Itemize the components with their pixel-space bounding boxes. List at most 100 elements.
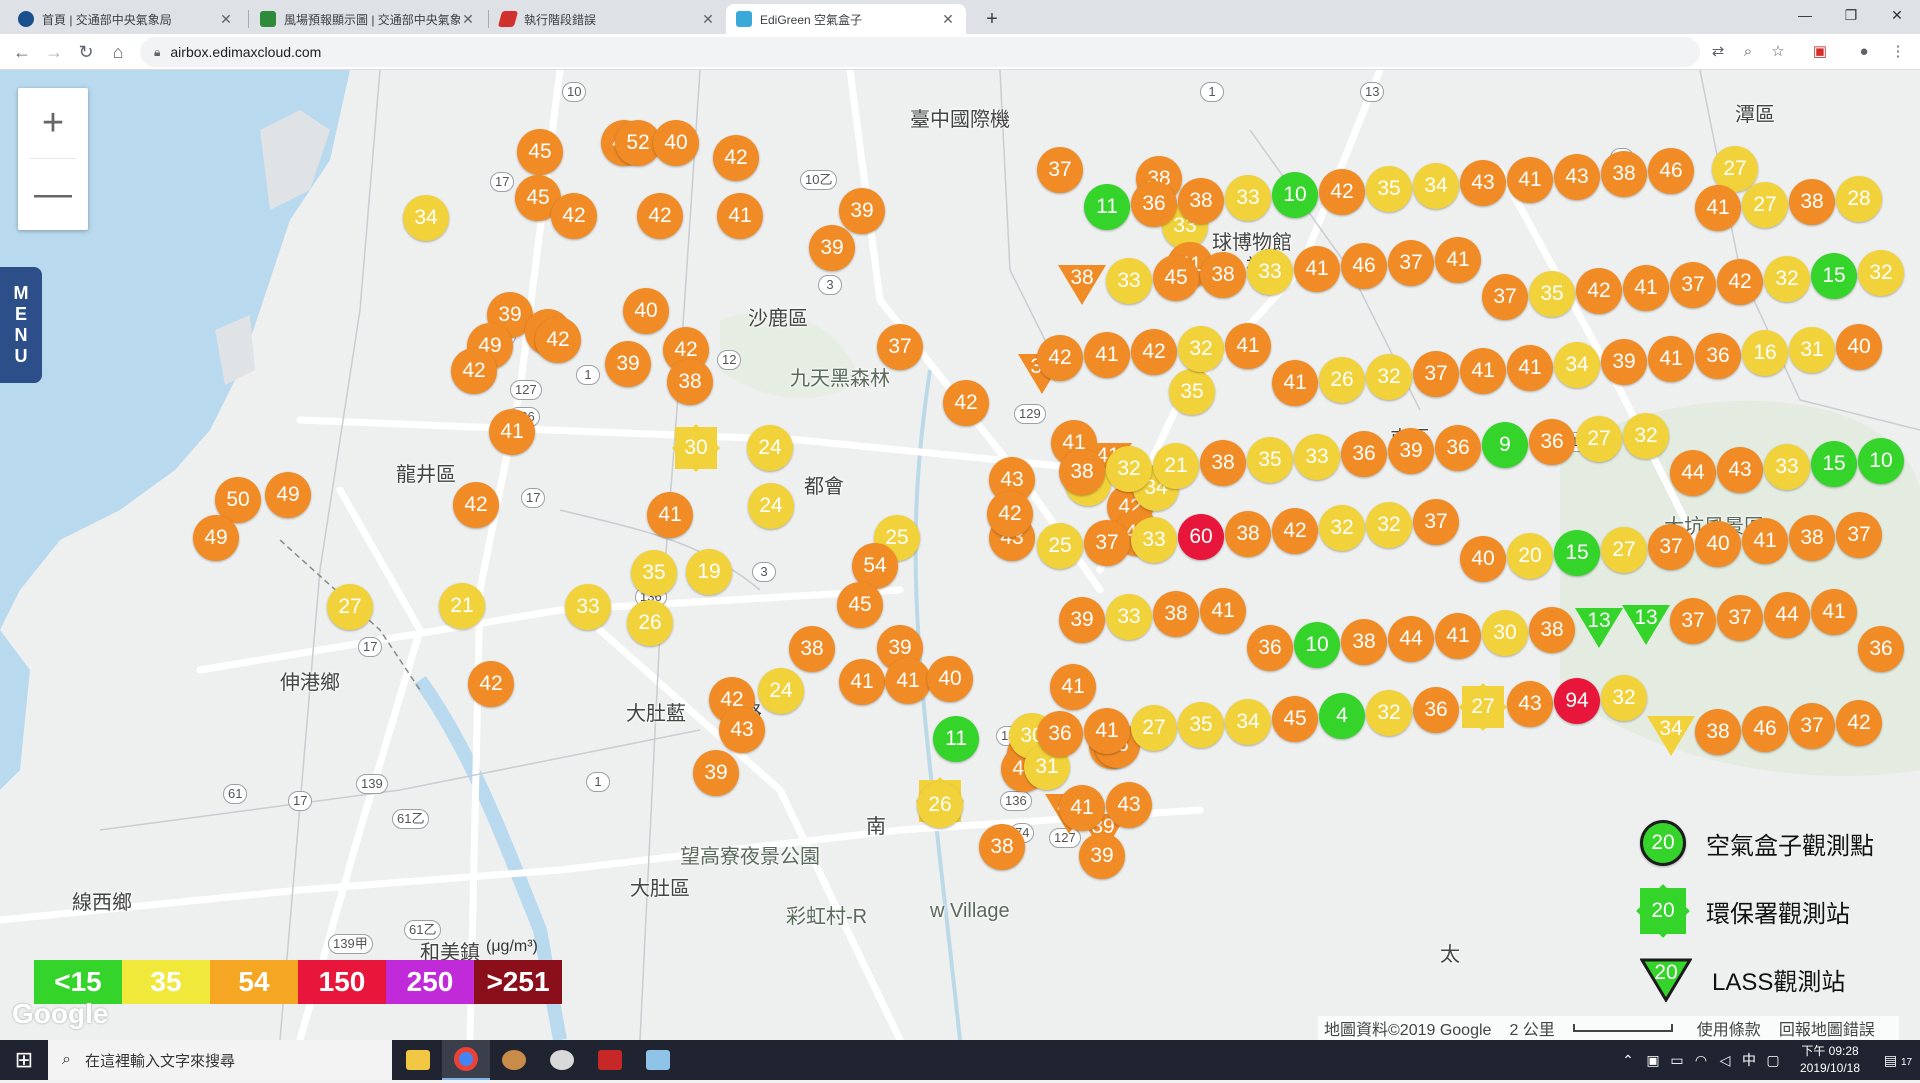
back-icon[interactable]: ←	[8, 38, 36, 66]
airbox-marker[interactable]: 38	[1059, 449, 1105, 495]
zoom-out-button[interactable]: —	[18, 159, 88, 230]
airbox-marker[interactable]: 32	[1366, 690, 1412, 736]
airbox-marker[interactable]: 34	[403, 195, 449, 241]
airbox-marker[interactable]: 42	[1037, 335, 1083, 381]
airbox-marker[interactable]: 37	[1789, 703, 1835, 749]
airbox-marker[interactable]: 40	[653, 120, 699, 166]
airbox-marker[interactable]: 44	[1388, 616, 1434, 662]
airbox-marker[interactable]: 16	[1742, 330, 1788, 376]
file-explorer-icon[interactable]	[394, 1040, 442, 1080]
notification-center-icon[interactable]: ▤ 17	[1878, 1040, 1918, 1080]
airbox-marker[interactable]: 41	[1435, 613, 1481, 659]
lass-station-marker[interactable]: 13	[1573, 604, 1625, 650]
airbox-marker[interactable]: 34	[1413, 163, 1459, 209]
airbox-marker[interactable]: 10	[1858, 438, 1904, 484]
airbox-marker[interactable]: 42	[713, 135, 759, 181]
airbox-marker[interactable]: 37	[1413, 499, 1459, 545]
airbox-marker[interactable]: 36	[1695, 333, 1741, 379]
airbox-marker[interactable]: 40	[1836, 324, 1882, 370]
system-clock[interactable]: 下午 09:28 2019/10/18	[1788, 1043, 1872, 1077]
airbox-marker[interactable]: 35	[1366, 166, 1412, 212]
tray-app-icon[interactable]: ▣	[1642, 1040, 1664, 1080]
airbox-marker[interactable]: 46	[1341, 243, 1387, 289]
airbox-marker[interactable]: 37	[877, 324, 923, 370]
airbox-marker[interactable]: 36	[1435, 425, 1481, 471]
airbox-marker[interactable]: 31	[1789, 327, 1835, 373]
airbox-marker[interactable]: 27	[1601, 527, 1647, 573]
airbox-marker[interactable]: 42	[1319, 169, 1365, 215]
airbox-marker[interactable]: 39	[809, 225, 855, 271]
airbox-marker[interactable]: 41	[1507, 345, 1553, 391]
ime-indicator[interactable]: 中	[1738, 1040, 1760, 1080]
airbox-marker[interactable]: 36	[1529, 419, 1575, 465]
airbox-marker[interactable]: 36	[1413, 687, 1459, 733]
airbox-marker[interactable]: 33	[1131, 517, 1177, 563]
airbox-marker[interactable]: 33	[1764, 444, 1810, 490]
airbox-marker[interactable]: 33	[1294, 434, 1340, 480]
airbox-marker[interactable]: 19	[686, 549, 732, 595]
airbox-marker[interactable]: 43	[1106, 782, 1152, 828]
airbox-marker[interactable]: 41	[717, 193, 763, 239]
airbox-marker[interactable]: 46	[1648, 148, 1694, 194]
airbox-marker[interactable]: 34	[1225, 699, 1271, 745]
address-bar[interactable]: 🔒︎ airbox.edimaxcloud.com	[140, 37, 1700, 67]
lass-station-marker[interactable]: 38	[1056, 261, 1108, 307]
app-icon[interactable]	[490, 1040, 538, 1080]
windows-start-icon[interactable]: ⊞	[0, 1040, 48, 1080]
airbox-marker[interactable]: 41	[1225, 323, 1271, 369]
airbox-marker[interactable]: 15	[1811, 253, 1857, 299]
airbox-marker[interactable]: 33	[565, 584, 611, 630]
airbox-marker[interactable]: 26	[627, 600, 673, 646]
app-icon[interactable]	[538, 1040, 586, 1080]
airbox-marker[interactable]: 41	[1460, 348, 1506, 394]
airbox-marker[interactable]: 37	[1648, 524, 1694, 570]
airbox-marker[interactable]: 36	[1858, 626, 1904, 672]
airbox-marker[interactable]: 41	[1742, 518, 1788, 564]
airbox-marker[interactable]: 41	[1695, 185, 1741, 231]
airbox-marker[interactable]: 42	[1272, 508, 1318, 554]
airbox-marker[interactable]: 36	[1341, 431, 1387, 477]
airbox-marker[interactable]: 41	[1272, 360, 1318, 406]
home-icon[interactable]: ⌂	[104, 38, 132, 66]
airbox-marker[interactable]: 32	[1366, 502, 1412, 548]
airbox-marker[interactable]: 35	[631, 550, 677, 596]
airbox-marker[interactable]: 38	[1178, 178, 1224, 224]
chrome-icon[interactable]	[442, 1040, 490, 1080]
airbox-marker[interactable]: 38	[1529, 607, 1575, 653]
airbox-marker[interactable]: 35	[1529, 271, 1575, 317]
maximize-button[interactable]: ❐	[1828, 0, 1874, 30]
airbox-marker[interactable]: 44	[1670, 450, 1716, 496]
airbox-marker[interactable]: 15	[1811, 441, 1857, 487]
airbox-marker[interactable]: 37	[1037, 147, 1083, 193]
airbox-marker[interactable]: 46	[1742, 706, 1788, 752]
airbox-marker[interactable]: 43	[1554, 154, 1600, 200]
airbox-marker[interactable]: 41	[489, 409, 535, 455]
scale-label[interactable]: 2 公里	[1509, 1016, 1554, 1040]
airbox-marker[interactable]: 37	[1670, 598, 1716, 644]
airbox-marker[interactable]: 15	[1554, 530, 1600, 576]
airbox-marker[interactable]: 24	[747, 425, 793, 471]
airbox-marker[interactable]: 32	[1858, 250, 1904, 296]
new-tab-button[interactable]: +	[978, 5, 1006, 33]
airbox-marker[interactable]: 32	[1366, 354, 1412, 400]
airbox-marker[interactable]: 33	[1225, 175, 1271, 221]
airbox-marker[interactable]: 32	[1178, 326, 1224, 372]
tab-wind-forecast[interactable]: 風場預報顯示圖 | 交通部中央氣象局 ✕	[250, 4, 486, 34]
airbox-marker[interactable]: 40	[623, 288, 669, 334]
airbox-marker[interactable]: 45	[517, 129, 563, 175]
airbox-marker[interactable]: 42	[943, 380, 989, 426]
zoom-in-button[interactable]: +	[18, 88, 88, 159]
airbox-marker[interactable]: 42	[987, 491, 1033, 537]
close-icon[interactable]: ✕	[700, 11, 716, 28]
airbox-marker[interactable]: 37	[1413, 351, 1459, 397]
airbox-marker[interactable]: 38	[1341, 619, 1387, 665]
epa-station-marker[interactable]: 30	[675, 427, 717, 469]
battery-icon[interactable]: ▭	[1666, 1040, 1688, 1080]
airbox-marker[interactable]: 41	[1084, 708, 1130, 754]
wifi-icon[interactable]: ◠	[1690, 1040, 1712, 1080]
airbox-marker[interactable]: 42	[1576, 268, 1622, 314]
airbox-marker[interactable]: 40	[927, 656, 973, 702]
airbox-marker[interactable]: 42	[468, 661, 514, 707]
airbox-marker[interactable]: 35	[1247, 437, 1293, 483]
tab-edigreen-airbox[interactable]: EdiGreen 空氣盒子 ✕	[726, 4, 966, 34]
